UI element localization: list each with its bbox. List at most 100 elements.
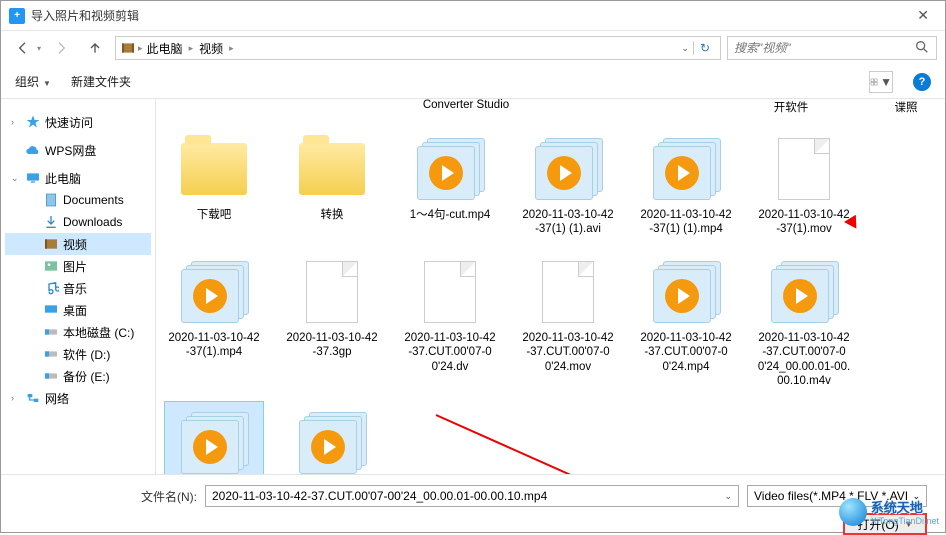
forward-button[interactable] (47, 36, 75, 60)
expand-icon[interactable]: › (11, 393, 21, 403)
crumb-videos[interactable]: 视频 (195, 38, 227, 59)
file-label: 转换 (321, 208, 344, 222)
watermark-globe-icon (839, 498, 867, 526)
sidebar-item[interactable]: 桌面 (5, 299, 151, 321)
sidebar-item[interactable]: 音乐 (5, 277, 151, 299)
sidebar-item[interactable]: 视频 (5, 233, 151, 255)
file-item[interactable]: 2020-11-03-10-42-37.CUT.00'07-00'28.avi (282, 401, 382, 474)
disk-icon (43, 346, 59, 362)
folder-icon (181, 143, 247, 195)
music-icon (43, 280, 59, 296)
search-box[interactable] (727, 36, 937, 60)
organize-menu[interactable]: 组织▼ (15, 73, 51, 90)
folder-icon (299, 143, 365, 195)
search-icon[interactable] (914, 39, 930, 58)
cloud-icon (25, 142, 41, 158)
address-bar[interactable]: ▸ 此电脑 ▸ 视频 ▸ ⌄ ↻ (115, 36, 721, 60)
file-item[interactable]: 2020-11-03-10-42-37(1) (1).mp4 (636, 127, 736, 242)
sidebar-item-label: Documents (63, 193, 124, 207)
crumb-sep-icon[interactable]: ▸ (189, 43, 194, 54)
file-item[interactable]: 2020-11-03-10-42-37.CUT.00'07-00'24_00.0… (164, 401, 264, 474)
sidebar-item-label: 音乐 (63, 280, 87, 297)
blank-file-icon (424, 261, 476, 323)
file-label: 2020-11-03-10-42-37.CUT.00'07-00'24_00.0… (757, 331, 851, 389)
arrow-left-icon (15, 40, 31, 56)
video-thumb-icon (535, 138, 601, 200)
file-item[interactable]: 转换 (282, 127, 382, 242)
sidebar: › 快速访问 WPS网盘 ⌄ 此电脑 Documents Downloads 视频图片音乐桌面… (1, 99, 156, 474)
app-icon: + (9, 8, 25, 24)
expand-icon[interactable]: ⌄ (11, 173, 21, 184)
file-item[interactable]: 2020-11-03-10-42-37.CUT.00'07-00'24.mov (518, 250, 618, 394)
search-input[interactable] (734, 41, 914, 55)
new-folder-button[interactable]: 新建文件夹 (71, 73, 131, 90)
sidebar-item-label: 视频 (63, 236, 87, 253)
sidebar-item[interactable]: 图片 (5, 255, 151, 277)
video-thumb-icon (417, 138, 483, 200)
file-label: 2020-11-03-10-42-37.CUT.00'07-00'24.mp4 (639, 331, 733, 374)
file-item[interactable]: 2020-11-03-10-42-37.3gp (282, 250, 382, 394)
file-label: 2020-11-03-10-42-37(1) (1).mp4 (639, 208, 733, 237)
filename-dropdown-icon[interactable]: ⌄ (724, 491, 732, 502)
blank-file-icon (778, 138, 830, 200)
disk-icon (43, 368, 59, 384)
file-pane[interactable]: 下载吧 转换 1～4句-cut.mp4 2020-11-03-10-42-37(1) … (156, 99, 945, 474)
sidebar-item-label: 软件 (D:) (63, 346, 110, 363)
file-item[interactable]: 下载吧 (164, 127, 264, 242)
file-item[interactable]: 1～4句-cut.mp4 (400, 127, 500, 242)
sidebar-item-label: 本地磁盘 (C:) (63, 324, 134, 341)
sidebar-item[interactable]: 软件 (D:) (5, 343, 151, 365)
help-button[interactable]: ? (913, 73, 931, 91)
back-history-dropdown[interactable]: ▾ (37, 44, 41, 53)
sidebar-item[interactable]: 本地磁盘 (C:) (5, 321, 151, 343)
sidebar-item[interactable]: WPS网盘 (5, 139, 151, 161)
filename-input[interactable]: 2020-11-03-10-42-37.CUT.00'07-00'24_00.0… (205, 485, 739, 507)
video-icon (43, 236, 59, 252)
file-item-partial[interactable]: Converter Studio (416, 99, 516, 111)
refresh-button[interactable]: ↻ (693, 41, 716, 55)
desk-icon (43, 302, 59, 318)
file-item[interactable]: 2020-11-03-10-42-37.CUT.00'07-00'24_00.0… (754, 250, 854, 394)
toolbar: 组织▼ 新建文件夹 ▼ ? (1, 65, 945, 99)
breadcrumb: 此电脑 ▸ 视频 ▸ (143, 38, 678, 59)
window-title: 导入照片和视频剪辑 (31, 7, 909, 24)
sidebar-item-label: 此电脑 (45, 170, 81, 187)
file-item-partial[interactable]: 谍照 (856, 99, 945, 115)
video-thumb-icon (771, 261, 837, 323)
sidebar-item-label: 网络 (45, 390, 69, 407)
crumb-pc[interactable]: 此电脑 (143, 38, 187, 59)
address-dropdown[interactable]: ⌄ (677, 43, 693, 54)
video-thumb-icon (181, 412, 247, 474)
video-thumb-icon (299, 412, 365, 474)
arrow-up-icon (87, 40, 103, 56)
pc-icon (25, 170, 41, 186)
star-icon (25, 114, 41, 130)
file-label: 2020-11-03-10-42-37.CUT.00'07-00'24.dv (403, 331, 497, 374)
file-item[interactable]: 2020-11-03-10-42-37.CUT.00'07-00'24.mp4 (636, 250, 736, 394)
file-item[interactable]: 2020-11-03-10-42-37(1) (1).avi (518, 127, 618, 242)
navbar: ▾ ▸ 此电脑 ▸ 视频 ▸ ⌄ ↻ (1, 31, 945, 65)
file-item-partial[interactable]: 开软件 (741, 99, 841, 115)
sidebar-item[interactable]: Documents (5, 189, 151, 211)
watermark-text: 系统天地 (871, 497, 939, 516)
file-label: 下载吧 (197, 208, 232, 222)
up-button[interactable] (81, 36, 109, 60)
sidebar-item[interactable]: › 网络 (5, 387, 151, 409)
file-item[interactable]: 2020-11-03-10-42-37(1).mp4 (164, 250, 264, 394)
crumb-sep-icon[interactable]: ▸ (229, 43, 234, 54)
file-item[interactable]: 2020-11-03-10-42-37.CUT.00'07-00'24.dv (400, 250, 500, 394)
sidebar-item[interactable]: ⌄ 此电脑 (5, 167, 151, 189)
back-button[interactable] (9, 36, 37, 60)
sidebar-item[interactable]: Downloads (5, 211, 151, 233)
file-label: 1～4句-cut.mp4 (410, 208, 491, 222)
close-button[interactable]: ✕ (909, 7, 937, 24)
sidebar-item-label: Downloads (63, 215, 122, 229)
view-thumbnails-icon (870, 74, 878, 90)
view-mode-button[interactable]: ▼ (869, 71, 893, 93)
expand-icon[interactable]: › (11, 117, 21, 127)
sidebar-item[interactable]: 备份 (E:) (5, 365, 151, 387)
sidebar-item[interactable]: › 快速访问 (5, 111, 151, 133)
sidebar-item-label: 快速访问 (45, 114, 93, 131)
net-icon (25, 390, 41, 406)
file-item[interactable]: 2020-11-03-10-42-37(1).mov (754, 127, 854, 242)
